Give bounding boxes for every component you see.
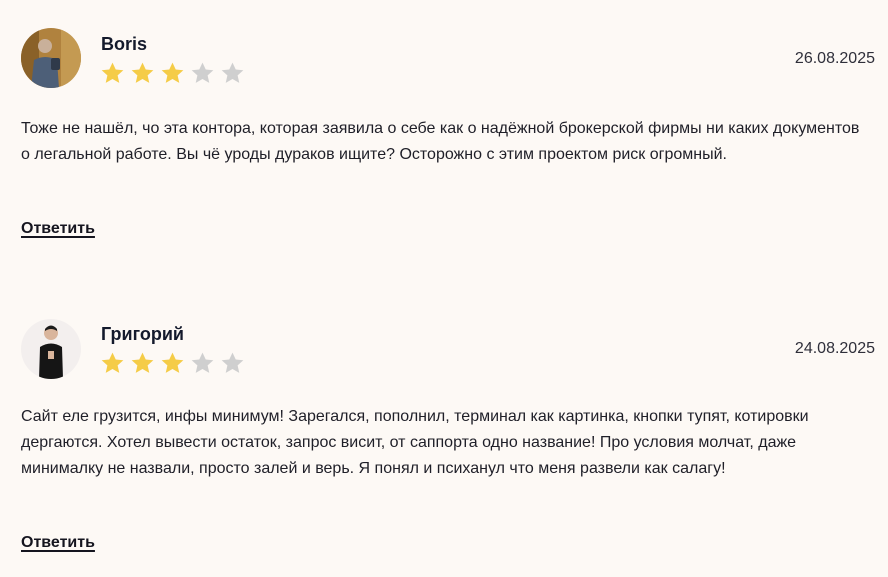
star-empty-icon	[191, 62, 214, 83]
review-item: Boris 26.08.2025 Тоже не нашёл, чо эта к…	[0, 0, 888, 260]
star-empty-icon	[221, 62, 244, 83]
star-filled-icon	[131, 352, 154, 373]
rating-stars	[100, 61, 245, 86]
reply-button[interactable]: Ответить	[21, 220, 95, 238]
star-filled-icon	[101, 352, 124, 373]
user-photo-icon	[21, 28, 81, 88]
star-filled-icon	[161, 352, 184, 373]
user-photo-icon	[21, 319, 81, 379]
review-date: 26.08.2025	[794, 50, 875, 67]
review-text: Тоже не нашёл, чо эта контора, которая з…	[21, 120, 860, 163]
review-author: Григорий	[101, 324, 184, 344]
reply-button[interactable]: Ответить	[21, 534, 95, 552]
rating-stars	[100, 351, 245, 376]
star-filled-icon	[101, 62, 124, 83]
star-empty-icon	[191, 352, 214, 373]
avatar	[21, 319, 81, 379]
review-date: 24.08.2025	[794, 340, 875, 357]
review-item: Григорий 24.08.2025 Сайт еле грузится, и…	[0, 290, 888, 577]
star-filled-icon	[161, 62, 184, 83]
review-author: Boris	[101, 34, 148, 54]
review-text: Сайт еле грузится, инфы минимум! Зарегал…	[21, 408, 809, 477]
star-empty-icon	[221, 352, 244, 373]
star-filled-icon	[131, 62, 154, 83]
avatar	[21, 28, 81, 88]
